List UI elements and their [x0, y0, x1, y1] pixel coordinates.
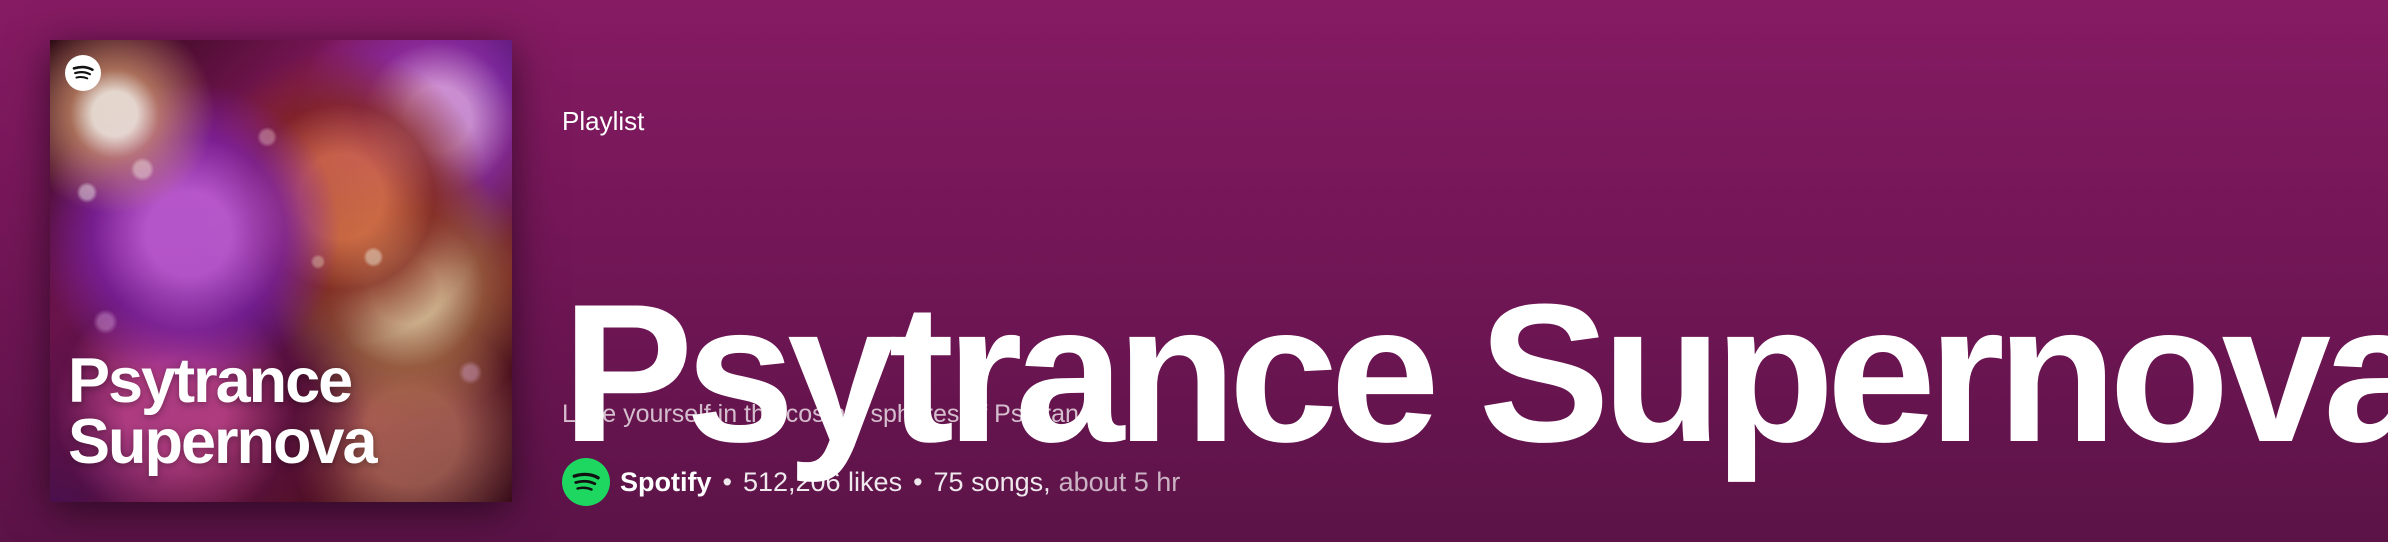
- playlist-details: Playlist Psytrance Supernova Lose yourse…: [562, 0, 2388, 542]
- cover-title: Psytrance Supernova: [68, 345, 488, 478]
- spotify-owner-avatar[interactable]: [562, 458, 610, 506]
- playlist-type-label: Playlist: [562, 106, 645, 136]
- cover-title-line-2: Supernova: [68, 407, 378, 478]
- playlist-metadata: Spotify • 512,206 likes • 75 songs, abou…: [562, 458, 1180, 506]
- playlist-title: Psytrance Supernova: [562, 262, 2388, 483]
- song-count: 75 songs,: [933, 466, 1051, 497]
- spotify-icon: [65, 55, 101, 91]
- metadata-separator: •: [913, 466, 923, 497]
- spotify-logo-icon: [572, 472, 600, 491]
- playlist-header: Psytrance Supernova Playlist Psytrance S…: [0, 0, 2388, 542]
- cover-title-line-1: Psytrance: [68, 345, 353, 416]
- playlist-cover-art[interactable]: Psytrance Supernova: [50, 40, 512, 502]
- likes-count: 512,206 likes: [742, 466, 903, 497]
- owner-link[interactable]: Spotify: [620, 468, 712, 496]
- playlist-description: Lose yourself in the cosmic spheres of P…: [562, 400, 1113, 428]
- metadata-separator: •: [722, 466, 732, 497]
- playlist-duration: about 5 hr: [1058, 466, 1181, 497]
